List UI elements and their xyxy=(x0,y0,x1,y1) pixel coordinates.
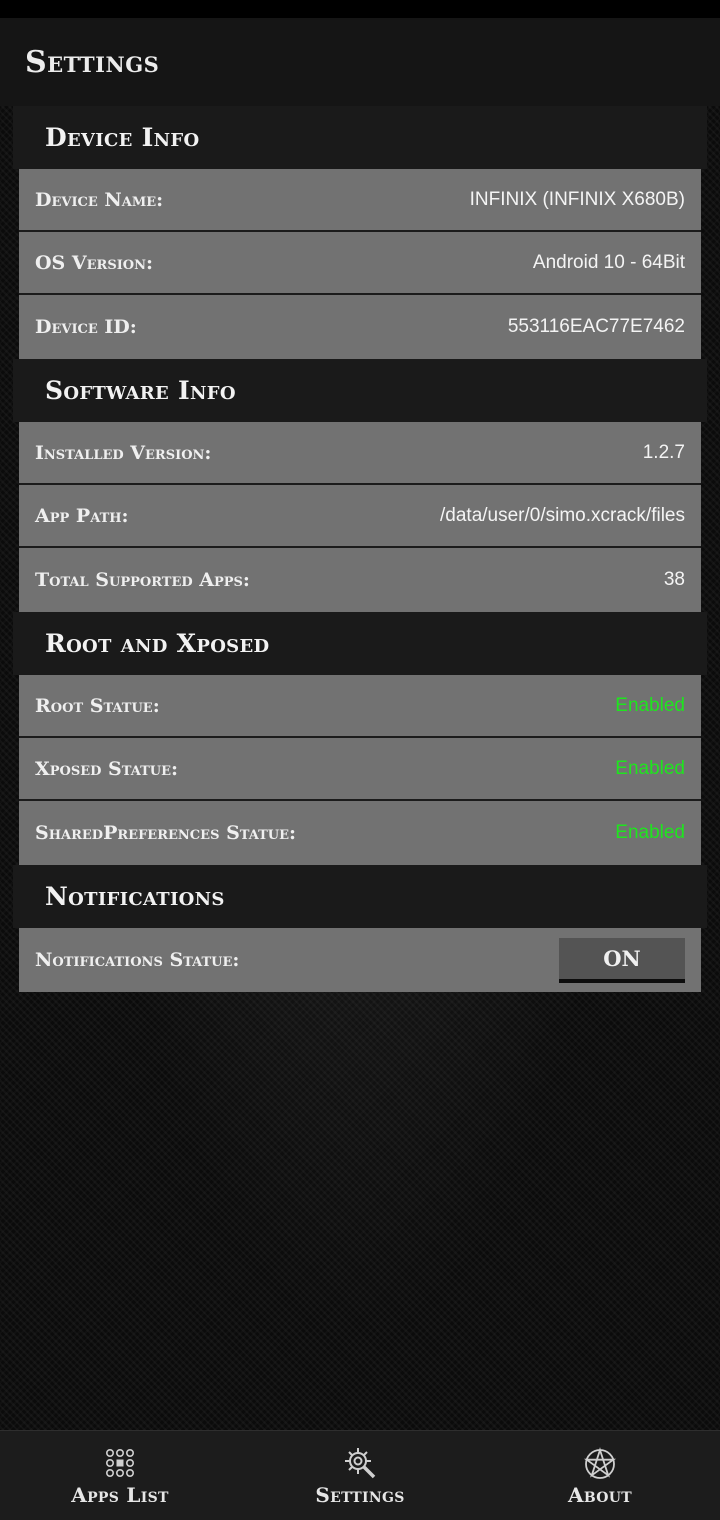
row-label: Device ID: xyxy=(35,316,137,338)
row-value: /data/user/0/simo.xcrack/files xyxy=(440,504,685,526)
nav-label: About xyxy=(568,1482,632,1507)
row-label: Xposed Statue: xyxy=(35,757,179,780)
gear-wrench-icon xyxy=(345,1447,376,1478)
row-device-id: Device ID: 553116EAC77E7462 xyxy=(19,295,701,359)
row-label: Total Supported Apps: xyxy=(35,569,250,591)
page-title: Settings xyxy=(25,44,160,80)
status-badge: Enabled xyxy=(615,757,685,779)
apps-grid-icon xyxy=(106,1448,134,1477)
row-label: Notifications Statue: xyxy=(35,949,240,971)
row-device-name: Device Name: INFINIX (INFINIX X680B) xyxy=(19,169,701,232)
row-root-statue: Root Statue: Enabled xyxy=(19,675,701,738)
section-header-device-info: Device Info xyxy=(13,106,707,169)
row-total-supported-apps: Total Supported Apps: 38 xyxy=(19,548,701,612)
bottom-nav: Apps List Settings About xyxy=(0,1430,720,1520)
section-header-software-info: Software Info xyxy=(13,359,707,422)
row-label: OS Version: xyxy=(35,251,154,274)
nav-label: Settings xyxy=(315,1482,405,1507)
row-label: Device Name: xyxy=(35,188,164,211)
section-title: Root and Xposed xyxy=(45,629,270,658)
row-value: 1.2.7 xyxy=(642,441,685,463)
app-header: Settings xyxy=(0,18,720,106)
pentagram-icon xyxy=(583,1446,617,1479)
row-label: Root Statue: xyxy=(35,694,160,717)
nav-item-about[interactable]: About xyxy=(480,1431,720,1520)
section-header-root-xposed: Root and Xposed xyxy=(13,612,707,675)
row-label: SharedPreferences Statue: xyxy=(35,822,297,844)
status-badge: Enabled xyxy=(615,822,685,843)
nav-label: Apps List xyxy=(71,1482,169,1507)
row-label: Installed Version: xyxy=(35,441,212,464)
status-badge: Enabled xyxy=(615,694,685,716)
row-value: INFINIX (INFINIX X680B) xyxy=(469,188,685,210)
row-label: App Path: xyxy=(35,504,129,527)
row-value: 553116EAC77E7462 xyxy=(507,316,685,337)
nav-item-apps-list[interactable]: Apps List xyxy=(0,1431,240,1520)
status-bar xyxy=(0,0,720,18)
row-value: 38 xyxy=(663,569,685,590)
section-title: Notifications xyxy=(45,882,225,911)
notifications-toggle-button[interactable]: ON xyxy=(559,937,685,983)
section-title: Software Info xyxy=(45,376,236,405)
section-title: Device Info xyxy=(45,123,200,152)
row-value: Android 10 - 64Bit xyxy=(532,251,685,273)
row-app-path: App Path: /data/user/0/simo.xcrack/files xyxy=(19,485,701,548)
row-notifications-statue: Notifications Statue: ON xyxy=(19,928,701,992)
row-sharedpreferences-statue: SharedPreferences Statue: Enabled xyxy=(19,801,701,865)
section-header-notifications: Notifications xyxy=(13,865,707,928)
row-xposed-statue: Xposed Statue: Enabled xyxy=(19,738,701,801)
nav-item-settings[interactable]: Settings xyxy=(240,1431,480,1520)
row-installed-version: Installed Version: 1.2.7 xyxy=(19,422,701,485)
row-os-version: OS Version: Android 10 - 64Bit xyxy=(19,232,701,295)
settings-list: Device Info Device Name: INFINIX (INFINI… xyxy=(13,106,707,992)
